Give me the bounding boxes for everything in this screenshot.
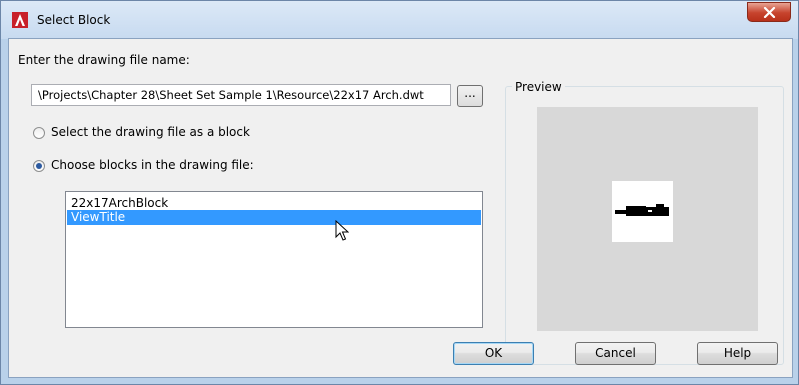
- cancel-button[interactable]: Cancel: [575, 342, 656, 365]
- window-title: Select Block: [37, 13, 111, 27]
- choose-blocks-label[interactable]: Choose blocks in the drawing file:: [51, 158, 254, 172]
- file-name-prompt: Enter the drawing file name:: [18, 53, 190, 67]
- help-button[interactable]: Help: [697, 342, 778, 365]
- ok-button[interactable]: OK: [453, 342, 534, 365]
- radio-selected-dot: [36, 163, 42, 169]
- blocks-list[interactable]: 22x17ArchBlock ViewTitle: [65, 191, 483, 328]
- preview-area: [537, 107, 758, 331]
- preview-label: Preview: [512, 80, 565, 94]
- select-file-as-block-radio[interactable]: [33, 127, 45, 139]
- block-preview-image: [612, 181, 673, 242]
- close-button[interactable]: [747, 2, 791, 22]
- choose-blocks-radio[interactable]: [33, 160, 45, 172]
- view-title-block-glyph: [615, 204, 669, 216]
- list-item-selected[interactable]: ViewTitle: [67, 210, 481, 225]
- dialog-body: Enter the drawing file name: \Projects\C…: [8, 38, 793, 378]
- drawing-file-path-input[interactable]: \Projects\Chapter 28\Sheet Set Sample 1\…: [31, 84, 451, 106]
- list-item[interactable]: 22x17ArchBlock: [67, 196, 481, 211]
- browse-button[interactable]: ...: [457, 85, 483, 107]
- mouse-pointer-icon: [335, 219, 350, 245]
- select-file-as-block-label[interactable]: Select the drawing file as a block: [51, 125, 250, 139]
- title-bar[interactable]: Select Block: [1, 1, 798, 39]
- close-icon: [763, 7, 776, 18]
- autocad-app-icon: [12, 12, 28, 28]
- select-block-dialog: Select Block Enter the drawing file name…: [0, 0, 799, 385]
